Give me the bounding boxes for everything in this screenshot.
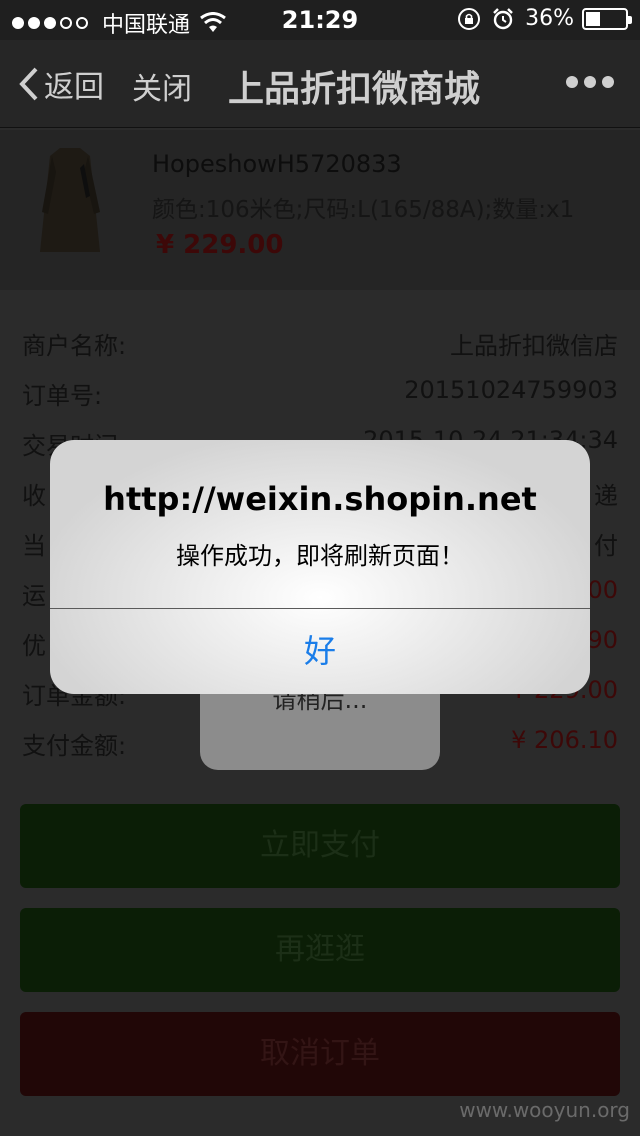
- receive-value: 递: [594, 482, 618, 510]
- pay-now-button[interactable]: 立即支付: [20, 804, 620, 888]
- product-spec: 颜色:106米色;尺码:L(165/88A);数量:x1: [152, 197, 575, 223]
- alert-message: 操作成功，即将刷新页面！: [176, 542, 464, 570]
- battery-icon: [582, 7, 632, 30]
- discount-label: 优: [22, 632, 46, 660]
- back-button[interactable]: 返回: [18, 62, 104, 106]
- alarm-icon: [493, 7, 513, 29]
- order-no-value: 20151024759903: [404, 376, 618, 404]
- order-no-label: 订单号:: [22, 382, 103, 410]
- battery-percent: 36%: [525, 6, 574, 31]
- merchant-value: 上品折扣微信店: [450, 332, 618, 360]
- close-button[interactable]: 关闭: [132, 64, 192, 108]
- freight-value: 00: [587, 576, 618, 604]
- status-bar: 中国联通 21:29 36%: [0, 0, 640, 40]
- browse-more-button[interactable]: 再逛逛: [20, 908, 620, 992]
- watermark: www.wooyun.org: [459, 1098, 630, 1122]
- merchant-label: 商户名称:: [22, 332, 127, 360]
- back-label: 返回: [44, 70, 104, 105]
- chevron-left-icon: [19, 67, 38, 101]
- info-row-merchant: 商户名称: 上品折扣微信店: [0, 326, 640, 366]
- alert-title: http://weixin.shopin.net: [103, 480, 537, 518]
- freight-label: 运: [22, 582, 46, 610]
- status-label: 当: [22, 532, 46, 560]
- cancel-order-button[interactable]: 取消订单: [20, 1012, 620, 1096]
- pay-amount-label: 支付金额:: [22, 732, 127, 760]
- product-card: HopeshowH5720833 颜色:106米色;尺码:L(165/88A);…: [0, 130, 640, 290]
- alert-dialog: http://weixin.shopin.net 操作成功，即将刷新页面！ 好: [50, 440, 590, 694]
- pay-amount-value: ¥ 206.10: [511, 726, 618, 754]
- product-price: ¥ 229.00: [156, 230, 284, 260]
- status-right: 36%: [457, 6, 632, 31]
- receive-label: 收: [22, 482, 46, 510]
- nav-bar: 返回 关闭 上品折扣微商城: [0, 40, 640, 128]
- status-value: 付: [594, 532, 618, 560]
- product-image: [40, 148, 100, 252]
- more-dots-icon[interactable]: [560, 76, 614, 88]
- info-row-order-no: 订单号: 20151024759903: [0, 376, 640, 416]
- orientation-lock-icon: [458, 7, 481, 30]
- product-name: HopeshowH5720833: [152, 150, 402, 178]
- discount-value: 90: [587, 626, 618, 654]
- alert-ok-button[interactable]: 好: [50, 609, 590, 694]
- page-title: 上品折扣微商城: [228, 69, 481, 110]
